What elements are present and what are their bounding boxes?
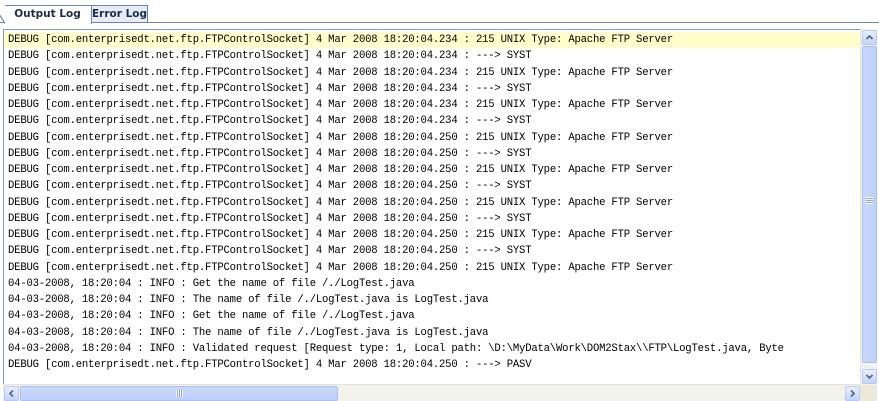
log-line[interactable]: DEBUG [com.enterprisedt.net.ftp.FTPContr…	[4, 113, 861, 129]
scroll-left-button[interactable]	[4, 386, 19, 401]
horizontal-scrollbar[interactable]	[3, 384, 861, 401]
log-line[interactable]: DEBUG [com.enterprisedt.net.ftp.FTPContr…	[4, 195, 861, 211]
log-lines: DEBUG [com.enterprisedt.net.ftp.FTPContr…	[4, 32, 861, 373]
log-line[interactable]: DEBUG [com.enterprisedt.net.ftp.FTPContr…	[4, 97, 861, 113]
tab-output-log[interactable]: Output Log	[0, 5, 92, 24]
log-text-area[interactable]: DEBUG [com.enterprisedt.net.ftp.FTPContr…	[3, 29, 861, 385]
chevron-left-icon	[8, 389, 14, 398]
scroll-thumb-grip	[176, 390, 183, 397]
log-line[interactable]: DEBUG [com.enterprisedt.net.ftp.FTPContr…	[4, 357, 861, 373]
log-line[interactable]: DEBUG [com.enterprisedt.net.ftp.FTPContr…	[4, 211, 861, 227]
log-line[interactable]: DEBUG [com.enterprisedt.net.ftp.FTPContr…	[4, 81, 861, 97]
tab-error-log-label: Error Log	[92, 8, 147, 20]
chevron-up-icon	[865, 34, 874, 40]
log-line[interactable]: DEBUG [com.enterprisedt.net.ftp.FTPContr…	[4, 65, 861, 81]
log-line[interactable]: DEBUG [com.enterprisedt.net.ftp.FTPContr…	[4, 178, 861, 194]
log-line[interactable]: 04-03-2008, 18:20:04 : INFO : The name o…	[4, 292, 861, 308]
log-viewer-window: Output Log Error Log DEBUG [com.enterpri…	[0, 0, 879, 401]
horizontal-scroll-thumb[interactable]	[20, 386, 338, 401]
scroll-thumb-grip	[866, 197, 873, 204]
log-line[interactable]: 04-03-2008, 18:20:04 : INFO : The name o…	[4, 325, 861, 341]
scrollbar-corner	[860, 385, 877, 401]
log-line[interactable]: DEBUG [com.enterprisedt.net.ftp.FTPContr…	[4, 48, 861, 64]
chevron-right-icon	[850, 389, 856, 398]
log-line[interactable]: DEBUG [com.enterprisedt.net.ftp.FTPContr…	[4, 227, 861, 243]
log-line[interactable]: DEBUG [com.enterprisedt.net.ftp.FTPContr…	[4, 32, 861, 49]
log-line[interactable]: DEBUG [com.enterprisedt.net.ftp.FTPContr…	[4, 130, 861, 146]
vertical-scrollbar[interactable]	[860, 29, 877, 385]
log-line[interactable]: 04-03-2008, 18:20:04 : INFO : Get the na…	[4, 276, 861, 292]
log-line[interactable]: DEBUG [com.enterprisedt.net.ftp.FTPContr…	[4, 146, 861, 162]
tabstrip-divider	[0, 22, 879, 23]
log-line[interactable]: DEBUG [com.enterprisedt.net.ftp.FTPContr…	[4, 162, 861, 178]
scroll-up-button[interactable]	[862, 30, 877, 45]
chevron-down-icon	[865, 374, 874, 380]
log-line[interactable]: DEBUG [com.enterprisedt.net.ftp.FTPContr…	[4, 243, 861, 259]
tab-output-log-label: Output Log	[14, 8, 81, 20]
log-line[interactable]: DEBUG [com.enterprisedt.net.ftp.FTPContr…	[4, 260, 861, 276]
scroll-down-button[interactable]	[862, 369, 877, 384]
vertical-scroll-thumb[interactable]	[862, 46, 877, 363]
log-line[interactable]: 04-03-2008, 18:20:04 : INFO : Get the na…	[4, 308, 861, 324]
log-tabstrip: Output Log Error Log	[0, 0, 879, 24]
log-line[interactable]: 04-03-2008, 18:20:04 : INFO : Validated …	[4, 341, 861, 357]
tab-error-log[interactable]: Error Log	[92, 5, 148, 23]
scroll-right-button[interactable]	[845, 386, 860, 401]
